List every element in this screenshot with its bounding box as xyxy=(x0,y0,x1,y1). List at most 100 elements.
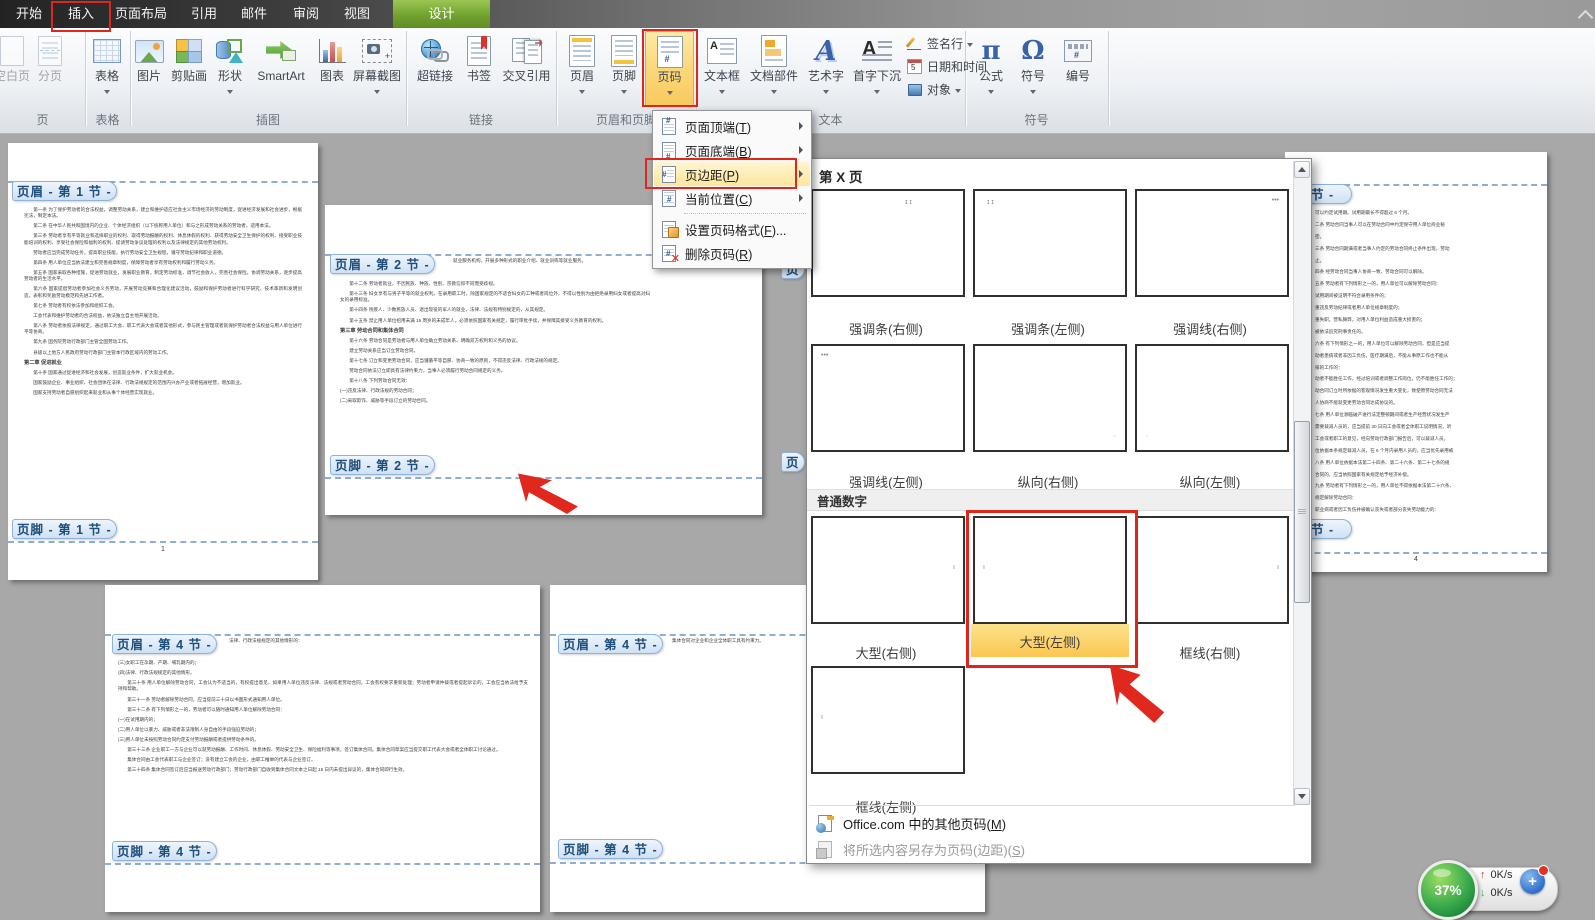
ribbon-button-交叉引用[interactable]: 交叉引用 xyxy=(499,31,554,105)
menu-item-当前位置[interactable]: #当前位置(C) xyxy=(654,186,810,210)
ribbon-button-超链接[interactable]: 超链接 xyxy=(412,31,458,105)
scroll-down-icon xyxy=(1298,794,1306,799)
tab-引用[interactable]: 引用 xyxy=(180,0,228,28)
button-label: 剪贴画 xyxy=(166,69,212,83)
gallery-title: 第 X 页 xyxy=(819,166,863,186)
net-monitor-widget[interactable]: ↑0K/s ↓0K/s + 37% xyxy=(1418,860,1558,918)
ribbon-button-SmartArt[interactable]: SmartArt xyxy=(248,31,314,105)
wordart-icon: A xyxy=(804,33,848,69)
menu-item-页面顶端[interactable]: #页面顶端(T) xyxy=(654,114,810,138)
upload-speed: ↑0K/s xyxy=(1480,869,1513,881)
gallery-item-强调线(右侧)[interactable]: ••• xyxy=(1135,189,1289,297)
ribbon-button-符号[interactable]: Ω符号 xyxy=(1014,31,1052,105)
download-speed: ↓0K/s xyxy=(1480,887,1513,899)
section-tag: 页脚 - 第 2 节 - xyxy=(330,455,435,475)
ribbon-button-书签[interactable]: 书签 xyxy=(460,31,498,105)
gallery-item-纵向(左侧)[interactable]: · xyxy=(1135,344,1289,452)
delete-icon: #✕ xyxy=(659,244,679,262)
gallery-item-label: 强调条(左侧) xyxy=(971,319,1125,338)
clipped-line: 密。 xyxy=(1315,234,1540,240)
gallery-link-officecom[interactable]: Office.com 中的其他页码(M) xyxy=(808,811,1295,835)
memory-percent: 37% xyxy=(1434,883,1461,898)
scrollbar-thumb[interactable] xyxy=(1294,421,1310,603)
tab-开始[interactable]: 开始 xyxy=(8,0,50,28)
gallery-item-纵向(右侧)[interactable]: · xyxy=(973,344,1127,452)
ribbon-button-页脚[interactable]: 页脚 xyxy=(604,31,644,105)
button-label: 交叉引用 xyxy=(499,69,554,83)
clipped-line: 被依法追究刑事责任的。 xyxy=(1315,329,1540,335)
scroll-down-button[interactable] xyxy=(1294,788,1310,805)
ribbon-button-首字下沉[interactable]: A首字下沉 xyxy=(850,31,904,105)
ribbon-button-表格[interactable]: 表格 xyxy=(86,31,128,105)
paragraph: 第三十三条 企业职工一方与企业可以就劳动报酬、工作时间、休息休假、劳动安全卫生、… xyxy=(118,747,528,753)
tab-页面布局[interactable]: 页面布局 xyxy=(110,0,172,28)
ribbon-button-图表[interactable]: 图表 xyxy=(315,31,349,105)
thumb-page-number-mark: ı xyxy=(1277,564,1279,571)
ribbon-button-屏幕截图[interactable]: +屏幕截图 xyxy=(350,31,404,105)
menu-item-label: 页面顶端(T) xyxy=(685,117,751,136)
signature-icon xyxy=(906,36,923,52)
paragraph: (一)在试用期内的； xyxy=(118,717,528,723)
clipped-line: 可以约定试用期。试用期最长不得超过 6 个月。 xyxy=(1315,210,1540,216)
clipped-line: 合同的，应当依照国家有关规定给予经济补偿。 xyxy=(1315,472,1540,478)
paragraph: 第九条 国务院劳动行政部门主管全国劳动工作。 xyxy=(24,339,302,345)
paragraph: (四)法律、行政法规规定的其他情形。 xyxy=(118,670,528,676)
clipped-line: 四条 经劳动合同当事人协商一致，劳动合同可以解除。 xyxy=(1315,269,1540,275)
ribbon-button-剪贴画[interactable]: 剪贴画 xyxy=(166,31,212,105)
ribbon-button-公式[interactable]: π公式 xyxy=(972,31,1010,105)
tab-审阅[interactable]: 审阅 xyxy=(282,0,330,28)
page-number-gallery: 第 X 页ɪ ɪ强调条(右侧)ɪ ɪ强调条(左侧)•••强调线(右侧)•••强调… xyxy=(806,158,1312,864)
button-label: 屏幕截图 xyxy=(350,69,404,83)
officecom-icon xyxy=(817,815,834,832)
ribbon-button-页眉[interactable]: 页眉 xyxy=(562,31,602,105)
gallery-item-强调条(左侧)[interactable]: ɪ ɪ xyxy=(973,189,1127,297)
tab-视图[interactable]: 视图 xyxy=(333,0,381,28)
button-label: 签名行 xyxy=(927,35,963,52)
ribbon-button-图片[interactable]: 图片 xyxy=(133,31,165,105)
scroll-up-button[interactable] xyxy=(1294,161,1310,178)
ribbon-button-编号[interactable]: #编号 xyxy=(1056,31,1100,105)
gallery-scrollbar[interactable] xyxy=(1293,161,1311,805)
gallery-item-强调条(右侧)[interactable]: ɪ ɪ xyxy=(811,189,965,297)
tab-设计[interactable]: 设计 xyxy=(393,0,490,28)
clipped-line: 重失职，营私舞弊，对用人单位利益造成重大损害的； xyxy=(1315,317,1540,323)
paragraph: 第十四条 残疾人、少数民族人员、退出现役的军人的就业，法律、法规有特别规定的，从… xyxy=(340,307,650,313)
ribbon-button-文本框[interactable]: A文本框 xyxy=(700,31,744,105)
gallery-item-框线(左侧)[interactable]: ı xyxy=(811,666,965,774)
ribbon-button-艺术字[interactable]: A艺术字 xyxy=(804,31,848,105)
ribbon-button-分页[interactable]: 分页 xyxy=(30,31,70,105)
paragraph: 第三章 劳动合同和集体合同 xyxy=(340,328,650,334)
paragraph: 第二条 在中华人民共和国境内的企业、个体经济组织（以下统称用人单位）和与之形成劳… xyxy=(24,223,302,229)
menu-item-设置页码格式[interactable]: 设置页码格式(F)... xyxy=(654,217,810,241)
ribbon-button-页码[interactable]: #页码 xyxy=(645,31,694,107)
optimizer-ball[interactable]: 37% xyxy=(1418,860,1478,920)
menu-item-页面底端[interactable]: #页面底端(B) xyxy=(654,138,810,162)
menu-item-页边距[interactable]: #页边距(P) xyxy=(654,162,810,186)
save-selection-icon xyxy=(817,841,834,858)
tab-插入[interactable]: 插入 xyxy=(53,0,109,28)
bookmark-icon xyxy=(460,33,498,69)
ribbon-button-文档部件[interactable]: 文档部件 xyxy=(746,31,802,105)
paragraph: 第三条 劳动者享有平等就业和选择职业的权利、取得劳动报酬的权利、休息休假的权利、… xyxy=(24,233,302,246)
gallery-section-header: 普通数字 xyxy=(807,489,1296,511)
picture-icon xyxy=(133,33,165,69)
gallery-item-大型(右侧)[interactable]: ı xyxy=(811,516,965,624)
paragraph: 第十二条 劳动者就业，不因民族、种族、性别、宗教信仰不同而受歧视。 xyxy=(340,281,650,287)
page-4[interactable]: 节 -可以约定试用期。试用期最长不得超过 6 个月。二条 劳动合同当事人可以在劳… xyxy=(1285,152,1547,572)
tab-邮件[interactable]: 邮件 xyxy=(230,0,278,28)
download-arrow-icon: ↓ xyxy=(1480,887,1486,899)
gallery-item-大型(左侧)[interactable]: ı xyxy=(973,516,1127,624)
thumb-page-number-mark: ɪ ɪ xyxy=(905,199,912,206)
dropdown-arrow-icon xyxy=(955,89,961,93)
ribbon-button-形状[interactable]: 形状 xyxy=(213,31,247,105)
menu-item-删除页码[interactable]: #✕删除页码(R) xyxy=(654,241,810,265)
group-label-表格: 表格 xyxy=(85,112,130,128)
gallery-item-框线(右侧)[interactable]: ı xyxy=(1135,516,1289,624)
thumb-page-number-mark: ••• xyxy=(821,352,828,359)
equation-icon: π xyxy=(972,33,1010,69)
header-footer-boundary xyxy=(8,541,318,543)
gallery-item-强调线(左侧)[interactable]: ••• xyxy=(811,344,965,452)
page-1[interactable]: 页眉 - 第 1 节 -第一条 为了保护劳动者的合法权益，调整劳动关系，建立和维… xyxy=(8,143,318,580)
button-label: 页眉 xyxy=(562,69,602,83)
page-5[interactable]: 页眉 - 第 4 节 -法律、行政法规规定的其他情形的：(三)女职工在孕期、产期… xyxy=(105,585,540,912)
